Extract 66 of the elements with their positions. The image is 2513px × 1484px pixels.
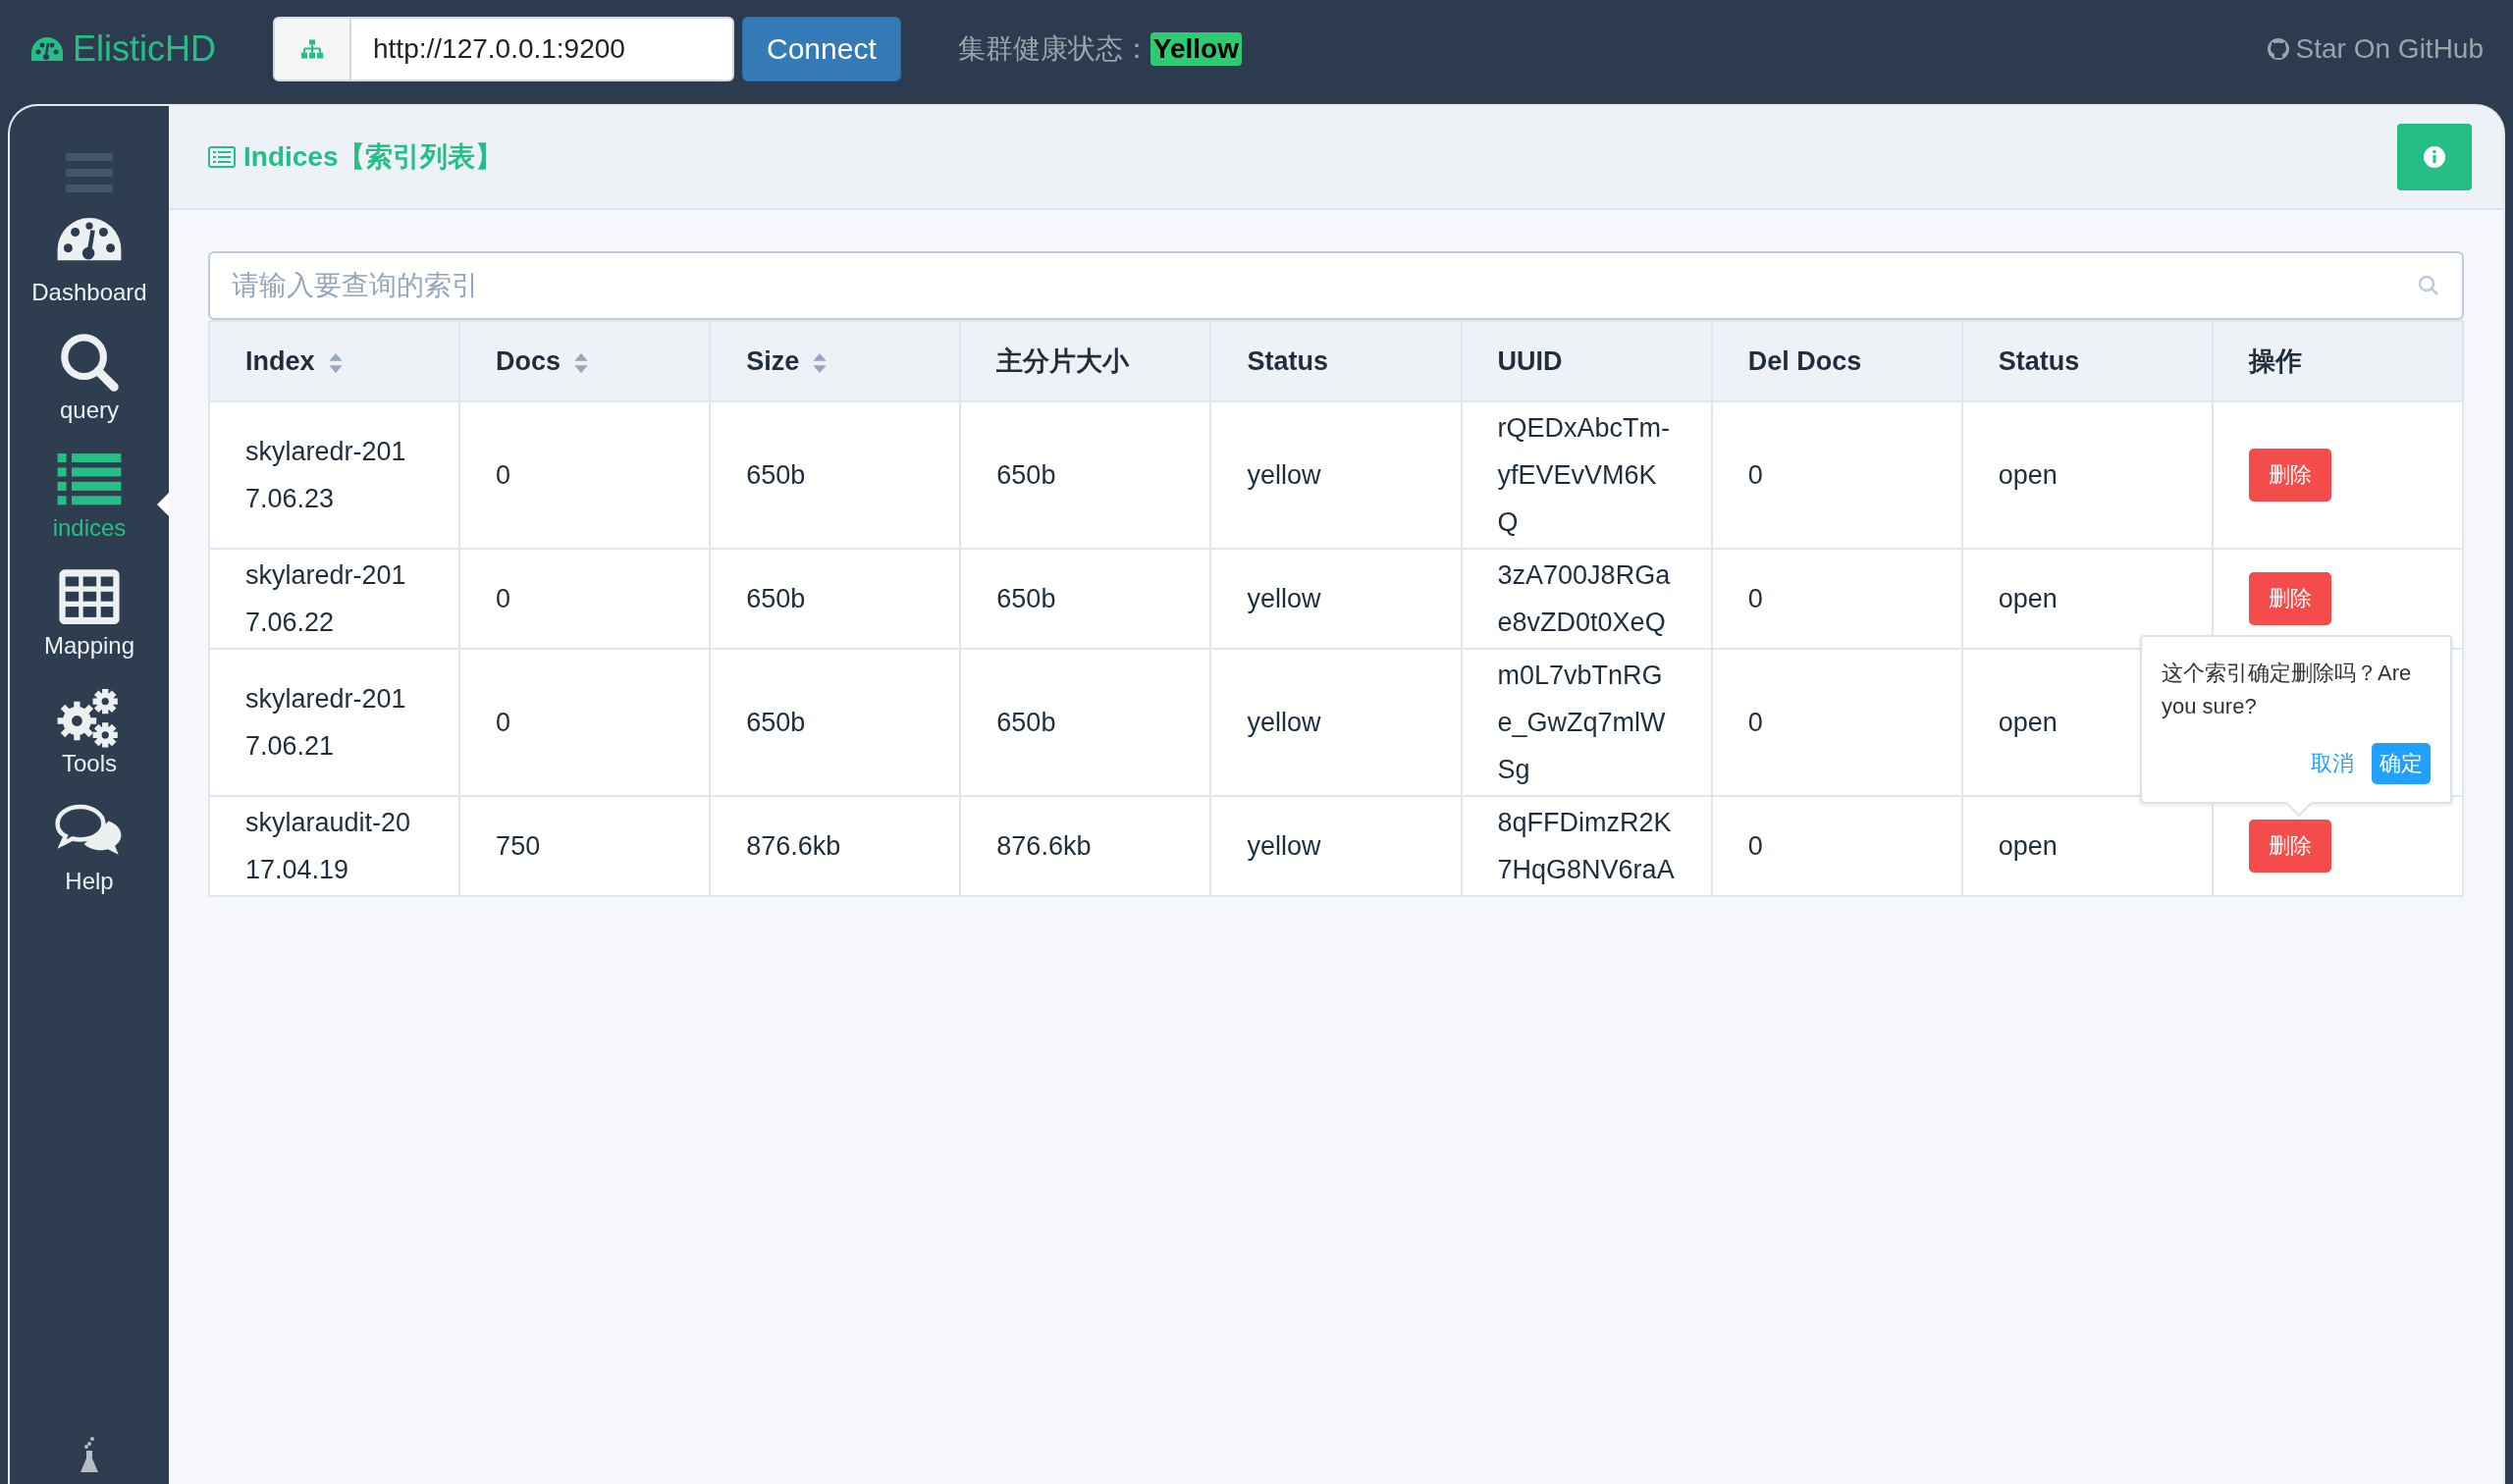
delete-button[interactable]: 删除 bbox=[2248, 572, 2331, 625]
sitemap-icon bbox=[300, 39, 324, 59]
table-cell: 0 bbox=[459, 649, 711, 796]
delete-button[interactable]: 删除 bbox=[2248, 449, 2331, 502]
table-cell: 750 bbox=[459, 796, 711, 896]
sidebar-item[interactable]: Tools bbox=[10, 685, 169, 803]
table-cell: 0 bbox=[459, 401, 711, 549]
sidebar-item[interactable]: Dashboard bbox=[10, 214, 169, 332]
cat-icon bbox=[2266, 37, 2290, 61]
cancel-link[interactable]: 取消 bbox=[2311, 749, 2354, 778]
health-label: 集群健康状态： bbox=[957, 32, 1150, 66]
table-cell: skylaredr-2017.06.21 bbox=[209, 649, 460, 796]
table-cell: 0 bbox=[1711, 401, 1962, 549]
table-cell: skylaraudit-2017.04.19 bbox=[209, 796, 460, 896]
column-header: Status bbox=[1961, 321, 2213, 401]
sidebar-item[interactable]: query bbox=[10, 332, 169, 450]
list-icon bbox=[208, 146, 236, 168]
column-header: 操作 bbox=[2212, 321, 2463, 401]
table-cell: skylaredr-2017.06.22 bbox=[209, 549, 460, 649]
menu-icon bbox=[66, 153, 113, 192]
table-cell: 650b bbox=[960, 549, 1211, 649]
column-header: Status bbox=[1210, 321, 1462, 401]
column-header: UUID bbox=[1461, 321, 1712, 401]
delete-button[interactable]: 删除 bbox=[2248, 820, 2331, 873]
url-field[interactable]: http://127.0.0.1:9200 bbox=[273, 17, 734, 81]
gauge-logo-icon bbox=[29, 34, 65, 64]
column-header: Docs bbox=[459, 321, 711, 401]
connect-button[interactable]: Connect bbox=[742, 17, 901, 81]
table-cell: rQEDxAbcTm-yfEVEvVM6KQ bbox=[1461, 401, 1712, 549]
table-cell: 650b bbox=[710, 401, 961, 549]
table-cell: yellow bbox=[1210, 649, 1462, 796]
table-cell: 0 bbox=[1711, 649, 1962, 796]
table-cell: 650b bbox=[960, 401, 1211, 549]
table-cell: 0 bbox=[1711, 796, 1962, 896]
table-cell: 650b bbox=[960, 649, 1211, 796]
table-cell: 8qFFDimzR2K7HqG8NV6raA bbox=[1461, 796, 1712, 896]
github-link[interactable]: Star On GitHub bbox=[2295, 33, 2484, 65]
table-cell: yellow bbox=[1210, 401, 1462, 549]
table-cell: open bbox=[1961, 401, 2213, 549]
info-button[interactable] bbox=[2397, 124, 2472, 190]
table-cell: yellow bbox=[1210, 796, 1462, 896]
table-cell: yellow bbox=[1210, 549, 1462, 649]
table-cell: 876.6kb bbox=[710, 796, 961, 896]
table-cell: 650b bbox=[710, 649, 961, 796]
confirm-button[interactable]: 确定 bbox=[2372, 743, 2431, 784]
table-cell: m0L7vbTnRGe_GwZq7mlWSg bbox=[1461, 649, 1712, 796]
table-cell: 0 bbox=[459, 549, 711, 649]
column-header: 主分片大小 bbox=[960, 321, 1211, 401]
table-cell: skylaredr-2017.06.23 bbox=[209, 401, 460, 549]
column-header: Size bbox=[710, 321, 961, 401]
column-header: Del Docs bbox=[1711, 321, 1962, 401]
app-title: ElisticHD bbox=[73, 28, 216, 70]
sort-icon bbox=[574, 352, 589, 373]
sort-icon bbox=[813, 352, 828, 373]
info-icon bbox=[2423, 145, 2446, 169]
flask-icon bbox=[78, 1435, 101, 1474]
sort-icon bbox=[328, 352, 343, 373]
panel-title: Indices【索引列表】 bbox=[243, 140, 504, 174]
column-header: Index bbox=[209, 321, 460, 401]
sidebar-item[interactable]: Help bbox=[10, 803, 169, 921]
sidebar-item[interactable]: Mapping bbox=[10, 567, 169, 685]
table-cell: 876.6kb bbox=[960, 796, 1211, 896]
health-status: Yellow bbox=[1150, 32, 1242, 66]
table-cell: 650b bbox=[710, 549, 961, 649]
search-icon bbox=[2417, 274, 2440, 297]
table-cell: 0 bbox=[1711, 549, 1962, 649]
